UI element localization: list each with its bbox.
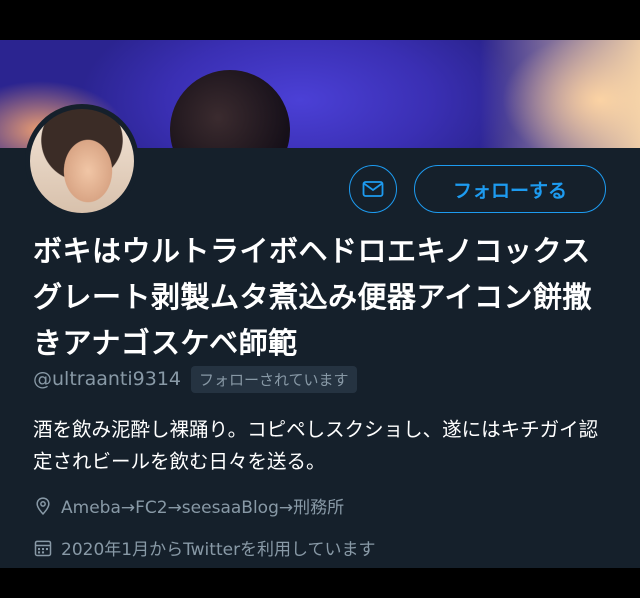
joined-text: 2020年1月からTwitterを利用しています bbox=[61, 540, 376, 560]
avatar[interactable] bbox=[25, 104, 139, 218]
calendar-icon bbox=[34, 540, 52, 556]
location-row: Ameba→FC2→seesaaBlog→刑務所 bbox=[33, 493, 344, 518]
follow-button[interactable]: フォローする bbox=[414, 165, 606, 213]
location-text: Ameba→FC2→seesaaBlog→刑務所 bbox=[61, 498, 345, 518]
handle-row: @ultraanti9314 フォローされています bbox=[33, 364, 357, 394]
mail-icon bbox=[362, 181, 384, 197]
display-name: ボキはウルトライボヘドロエキノコックスグレート剥製ムタ煮込み便器アイコン餅撒きア… bbox=[33, 234, 593, 360]
location-pin-icon bbox=[36, 496, 50, 515]
message-button[interactable] bbox=[349, 165, 397, 213]
joined-row: 2020年1月からTwitterを利用しています bbox=[33, 535, 376, 560]
handle: @ultraanti9314 bbox=[33, 368, 181, 390]
bio: 酒を飲み泥酔し裸踊り。コピペしスクショし、遂にはキチガイ認定されビールを飲む日々… bbox=[33, 418, 599, 473]
banner-cat-shape bbox=[170, 70, 290, 148]
follows-you-badge: フォローされています bbox=[191, 365, 357, 393]
bottom-edge bbox=[0, 568, 640, 598]
banner-glow bbox=[480, 40, 640, 148]
